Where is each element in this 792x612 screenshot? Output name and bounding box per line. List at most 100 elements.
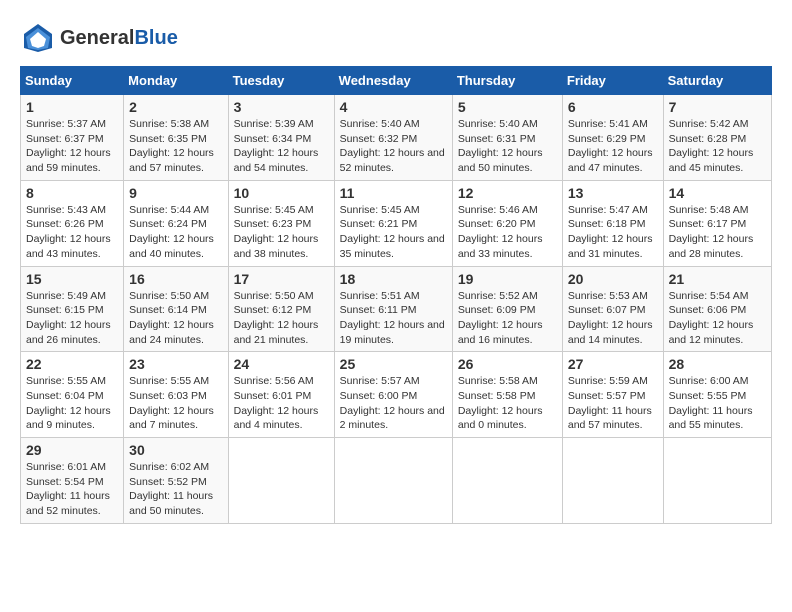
table-row [452,438,562,524]
calendar-table: Sunday Monday Tuesday Wednesday Thursday… [20,66,772,524]
day-detail: Sunrise: 5:52 AMSunset: 6:09 PMDaylight:… [458,290,543,346]
day-number: 26 [458,356,557,372]
day-detail: Sunrise: 5:44 AMSunset: 6:24 PMDaylight:… [129,204,214,260]
table-row [663,438,771,524]
table-row: 28 Sunrise: 6:00 AMSunset: 5:55 PMDaylig… [663,352,771,438]
table-row: 18 Sunrise: 5:51 AMSunset: 6:11 PMDaylig… [334,266,452,352]
day-detail: Sunrise: 5:56 AMSunset: 6:01 PMDaylight:… [234,375,319,431]
table-row: 16 Sunrise: 5:50 AMSunset: 6:14 PMDaylig… [124,266,228,352]
day-number: 6 [568,99,658,115]
col-monday: Monday [124,67,228,95]
table-row [562,438,663,524]
day-detail: Sunrise: 5:57 AMSunset: 6:00 PMDaylight:… [340,375,445,431]
day-detail: Sunrise: 6:02 AMSunset: 5:52 PMDaylight:… [129,461,213,517]
day-number: 21 [669,271,766,287]
day-number: 24 [234,356,329,372]
col-wednesday: Wednesday [334,67,452,95]
day-number: 25 [340,356,447,372]
table-row: 20 Sunrise: 5:53 AMSunset: 6:07 PMDaylig… [562,266,663,352]
day-number: 2 [129,99,222,115]
day-detail: Sunrise: 5:53 AMSunset: 6:07 PMDaylight:… [568,290,653,346]
calendar-header: Sunday Monday Tuesday Wednesday Thursday… [21,67,772,95]
day-number: 1 [26,99,118,115]
col-tuesday: Tuesday [228,67,334,95]
day-number: 11 [340,185,447,201]
day-detail: Sunrise: 5:59 AMSunset: 5:57 PMDaylight:… [568,375,652,431]
table-row: 9 Sunrise: 5:44 AMSunset: 6:24 PMDayligh… [124,180,228,266]
day-number: 13 [568,185,658,201]
logo-text: GeneralBlue [60,27,178,49]
day-number: 9 [129,185,222,201]
logo-icon [20,20,56,56]
day-number: 19 [458,271,557,287]
day-detail: Sunrise: 5:47 AMSunset: 6:18 PMDaylight:… [568,204,653,260]
day-number: 29 [26,442,118,458]
day-number: 7 [669,99,766,115]
day-detail: Sunrise: 5:45 AMSunset: 6:23 PMDaylight:… [234,204,319,260]
table-row: 11 Sunrise: 5:45 AMSunset: 6:21 PMDaylig… [334,180,452,266]
day-detail: Sunrise: 5:42 AMSunset: 6:28 PMDaylight:… [669,118,754,174]
day-detail: Sunrise: 5:40 AMSunset: 6:32 PMDaylight:… [340,118,445,174]
table-row: 22 Sunrise: 5:55 AMSunset: 6:04 PMDaylig… [21,352,124,438]
table-row: 17 Sunrise: 5:50 AMSunset: 6:12 PMDaylig… [228,266,334,352]
table-row: 3 Sunrise: 5:39 AMSunset: 6:34 PMDayligh… [228,95,334,181]
day-number: 27 [568,356,658,372]
col-thursday: Thursday [452,67,562,95]
day-detail: Sunrise: 5:38 AMSunset: 6:35 PMDaylight:… [129,118,214,174]
day-number: 4 [340,99,447,115]
day-number: 15 [26,271,118,287]
table-row: 19 Sunrise: 5:52 AMSunset: 6:09 PMDaylig… [452,266,562,352]
table-row: 24 Sunrise: 5:56 AMSunset: 6:01 PMDaylig… [228,352,334,438]
day-number: 20 [568,271,658,287]
day-number: 3 [234,99,329,115]
table-row: 5 Sunrise: 5:40 AMSunset: 6:31 PMDayligh… [452,95,562,181]
logo: GeneralBlue [20,20,178,56]
day-detail: Sunrise: 5:51 AMSunset: 6:11 PMDaylight:… [340,290,445,346]
col-friday: Friday [562,67,663,95]
table-row: 23 Sunrise: 5:55 AMSunset: 6:03 PMDaylig… [124,352,228,438]
day-detail: Sunrise: 5:37 AMSunset: 6:37 PMDaylight:… [26,118,111,174]
day-number: 14 [669,185,766,201]
day-detail: Sunrise: 5:39 AMSunset: 6:34 PMDaylight:… [234,118,319,174]
day-detail: Sunrise: 5:58 AMSunset: 5:58 PMDaylight:… [458,375,543,431]
table-row: 25 Sunrise: 5:57 AMSunset: 6:00 PMDaylig… [334,352,452,438]
table-row: 26 Sunrise: 5:58 AMSunset: 5:58 PMDaylig… [452,352,562,438]
table-row [334,438,452,524]
day-number: 28 [669,356,766,372]
table-row: 27 Sunrise: 5:59 AMSunset: 5:57 PMDaylig… [562,352,663,438]
day-number: 12 [458,185,557,201]
day-detail: Sunrise: 5:46 AMSunset: 6:20 PMDaylight:… [458,204,543,260]
day-detail: Sunrise: 6:01 AMSunset: 5:54 PMDaylight:… [26,461,110,517]
col-saturday: Saturday [663,67,771,95]
day-number: 22 [26,356,118,372]
day-detail: Sunrise: 5:43 AMSunset: 6:26 PMDaylight:… [26,204,111,260]
table-row: 7 Sunrise: 5:42 AMSunset: 6:28 PMDayligh… [663,95,771,181]
day-detail: Sunrise: 5:48 AMSunset: 6:17 PMDaylight:… [669,204,754,260]
day-detail: Sunrise: 5:41 AMSunset: 6:29 PMDaylight:… [568,118,653,174]
table-row: 15 Sunrise: 5:49 AMSunset: 6:15 PMDaylig… [21,266,124,352]
day-number: 16 [129,271,222,287]
table-row: 6 Sunrise: 5:41 AMSunset: 6:29 PMDayligh… [562,95,663,181]
day-detail: Sunrise: 5:50 AMSunset: 6:12 PMDaylight:… [234,290,319,346]
table-row: 4 Sunrise: 5:40 AMSunset: 6:32 PMDayligh… [334,95,452,181]
table-row: 21 Sunrise: 5:54 AMSunset: 6:06 PMDaylig… [663,266,771,352]
day-number: 8 [26,185,118,201]
day-number: 18 [340,271,447,287]
table-row: 30 Sunrise: 6:02 AMSunset: 5:52 PMDaylig… [124,438,228,524]
calendar-body: 1 Sunrise: 5:37 AMSunset: 6:37 PMDayligh… [21,95,772,524]
page-header: GeneralBlue [20,20,772,56]
table-row: 1 Sunrise: 5:37 AMSunset: 6:37 PMDayligh… [21,95,124,181]
table-row: 10 Sunrise: 5:45 AMSunset: 6:23 PMDaylig… [228,180,334,266]
table-row: 2 Sunrise: 5:38 AMSunset: 6:35 PMDayligh… [124,95,228,181]
day-detail: Sunrise: 5:40 AMSunset: 6:31 PMDaylight:… [458,118,543,174]
day-detail: Sunrise: 5:49 AMSunset: 6:15 PMDaylight:… [26,290,111,346]
day-number: 30 [129,442,222,458]
day-number: 17 [234,271,329,287]
table-row: 8 Sunrise: 5:43 AMSunset: 6:26 PMDayligh… [21,180,124,266]
col-sunday: Sunday [21,67,124,95]
day-detail: Sunrise: 5:45 AMSunset: 6:21 PMDaylight:… [340,204,445,260]
day-number: 23 [129,356,222,372]
day-detail: Sunrise: 5:55 AMSunset: 6:04 PMDaylight:… [26,375,111,431]
day-detail: Sunrise: 5:50 AMSunset: 6:14 PMDaylight:… [129,290,214,346]
table-row: 13 Sunrise: 5:47 AMSunset: 6:18 PMDaylig… [562,180,663,266]
